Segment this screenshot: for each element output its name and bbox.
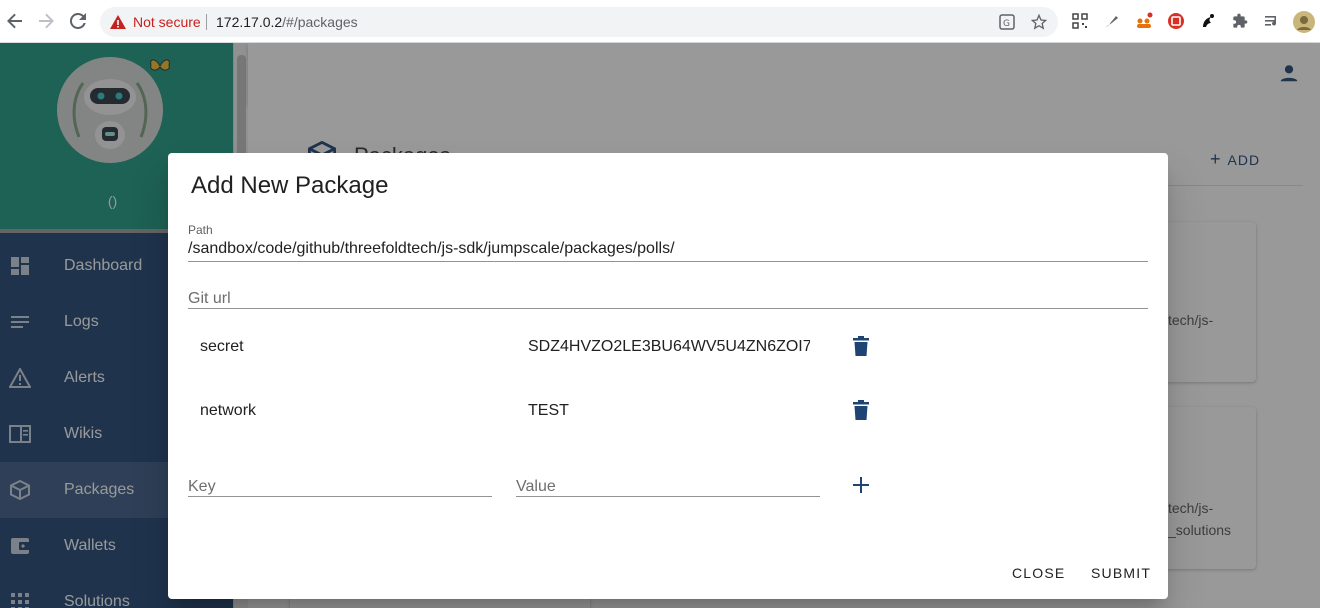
gnome-extension-icon[interactable]	[1199, 12, 1217, 30]
profile-avatar[interactable]	[1293, 11, 1315, 33]
red-extension-icon[interactable]	[1167, 12, 1185, 30]
key-placeholder[interactable]: Key	[188, 478, 216, 496]
paint-extension-icon[interactable]	[1103, 12, 1121, 30]
key-input[interactable]: Key	[188, 465, 492, 497]
add-kv-button[interactable]	[849, 473, 873, 497]
add-package-dialog: Add New Package Path /sandbox/code/githu…	[168, 153, 1168, 599]
url-host: 172.17.0.2	[216, 14, 283, 30]
kv-value: TEST	[528, 402, 569, 419]
kv-row: secret SDZ4HVZO2LE3BU64WV5U4ZN6ZOI7	[188, 322, 1148, 370]
security-status[interactable]: Not secure	[133, 14, 201, 30]
puzzle-extensions-icon[interactable]	[1231, 12, 1249, 30]
delete-icon[interactable]	[851, 334, 871, 358]
value-placeholder[interactable]: Value	[516, 478, 556, 496]
reload-button[interactable]	[66, 9, 90, 33]
browser-toolbar: Not secure 172.17.0.2/#/packages G	[0, 0, 1320, 43]
git-url-field[interactable]: Git url	[188, 285, 1148, 309]
translate-icon[interactable]: G	[998, 13, 1016, 31]
path-value[interactable]: /sandbox/code/github/threefoldtech/js-sd…	[188, 240, 675, 258]
dialog-title: Add New Package	[191, 172, 389, 199]
forward-button[interactable]	[34, 9, 58, 33]
reload-icon	[70, 13, 86, 29]
svg-text:G: G	[1003, 19, 1010, 29]
path-field[interactable]: Path /sandbox/code/github/threefoldtech/…	[188, 223, 1148, 262]
back-button[interactable]	[3, 9, 27, 33]
back-arrow-icon	[7, 13, 22, 29]
path-label: Path	[188, 223, 213, 237]
people-extension-icon[interactable]	[1135, 12, 1153, 30]
bookmark-star-icon[interactable]	[1030, 13, 1048, 31]
kv-key: network	[200, 402, 257, 419]
address-bar[interactable]: Not secure 172.17.0.2/#/packages G	[100, 7, 1058, 37]
url-text[interactable]: 172.17.0.2/#/packages	[216, 14, 358, 30]
close-button[interactable]: CLOSE	[1012, 565, 1065, 581]
reading-list-icon[interactable]	[1263, 12, 1281, 30]
qr-extension-icon[interactable]	[1071, 12, 1089, 30]
warning-icon	[110, 15, 126, 29]
git-url-placeholder[interactable]: Git url	[188, 290, 231, 308]
delete-icon[interactable]	[851, 398, 871, 422]
value-input[interactable]: Value	[516, 465, 820, 497]
url-path: /#/packages	[282, 14, 358, 30]
forward-arrow-icon	[39, 13, 54, 29]
plus-icon	[853, 477, 869, 493]
omnibox-divider	[206, 14, 207, 30]
kv-key: secret	[200, 338, 244, 355]
kv-value: SDZ4HVZO2LE3BU64WV5U4ZN6ZOI7	[528, 338, 810, 355]
kv-row: network TEST	[188, 386, 1148, 434]
submit-button[interactable]: SUBMIT	[1091, 565, 1151, 581]
